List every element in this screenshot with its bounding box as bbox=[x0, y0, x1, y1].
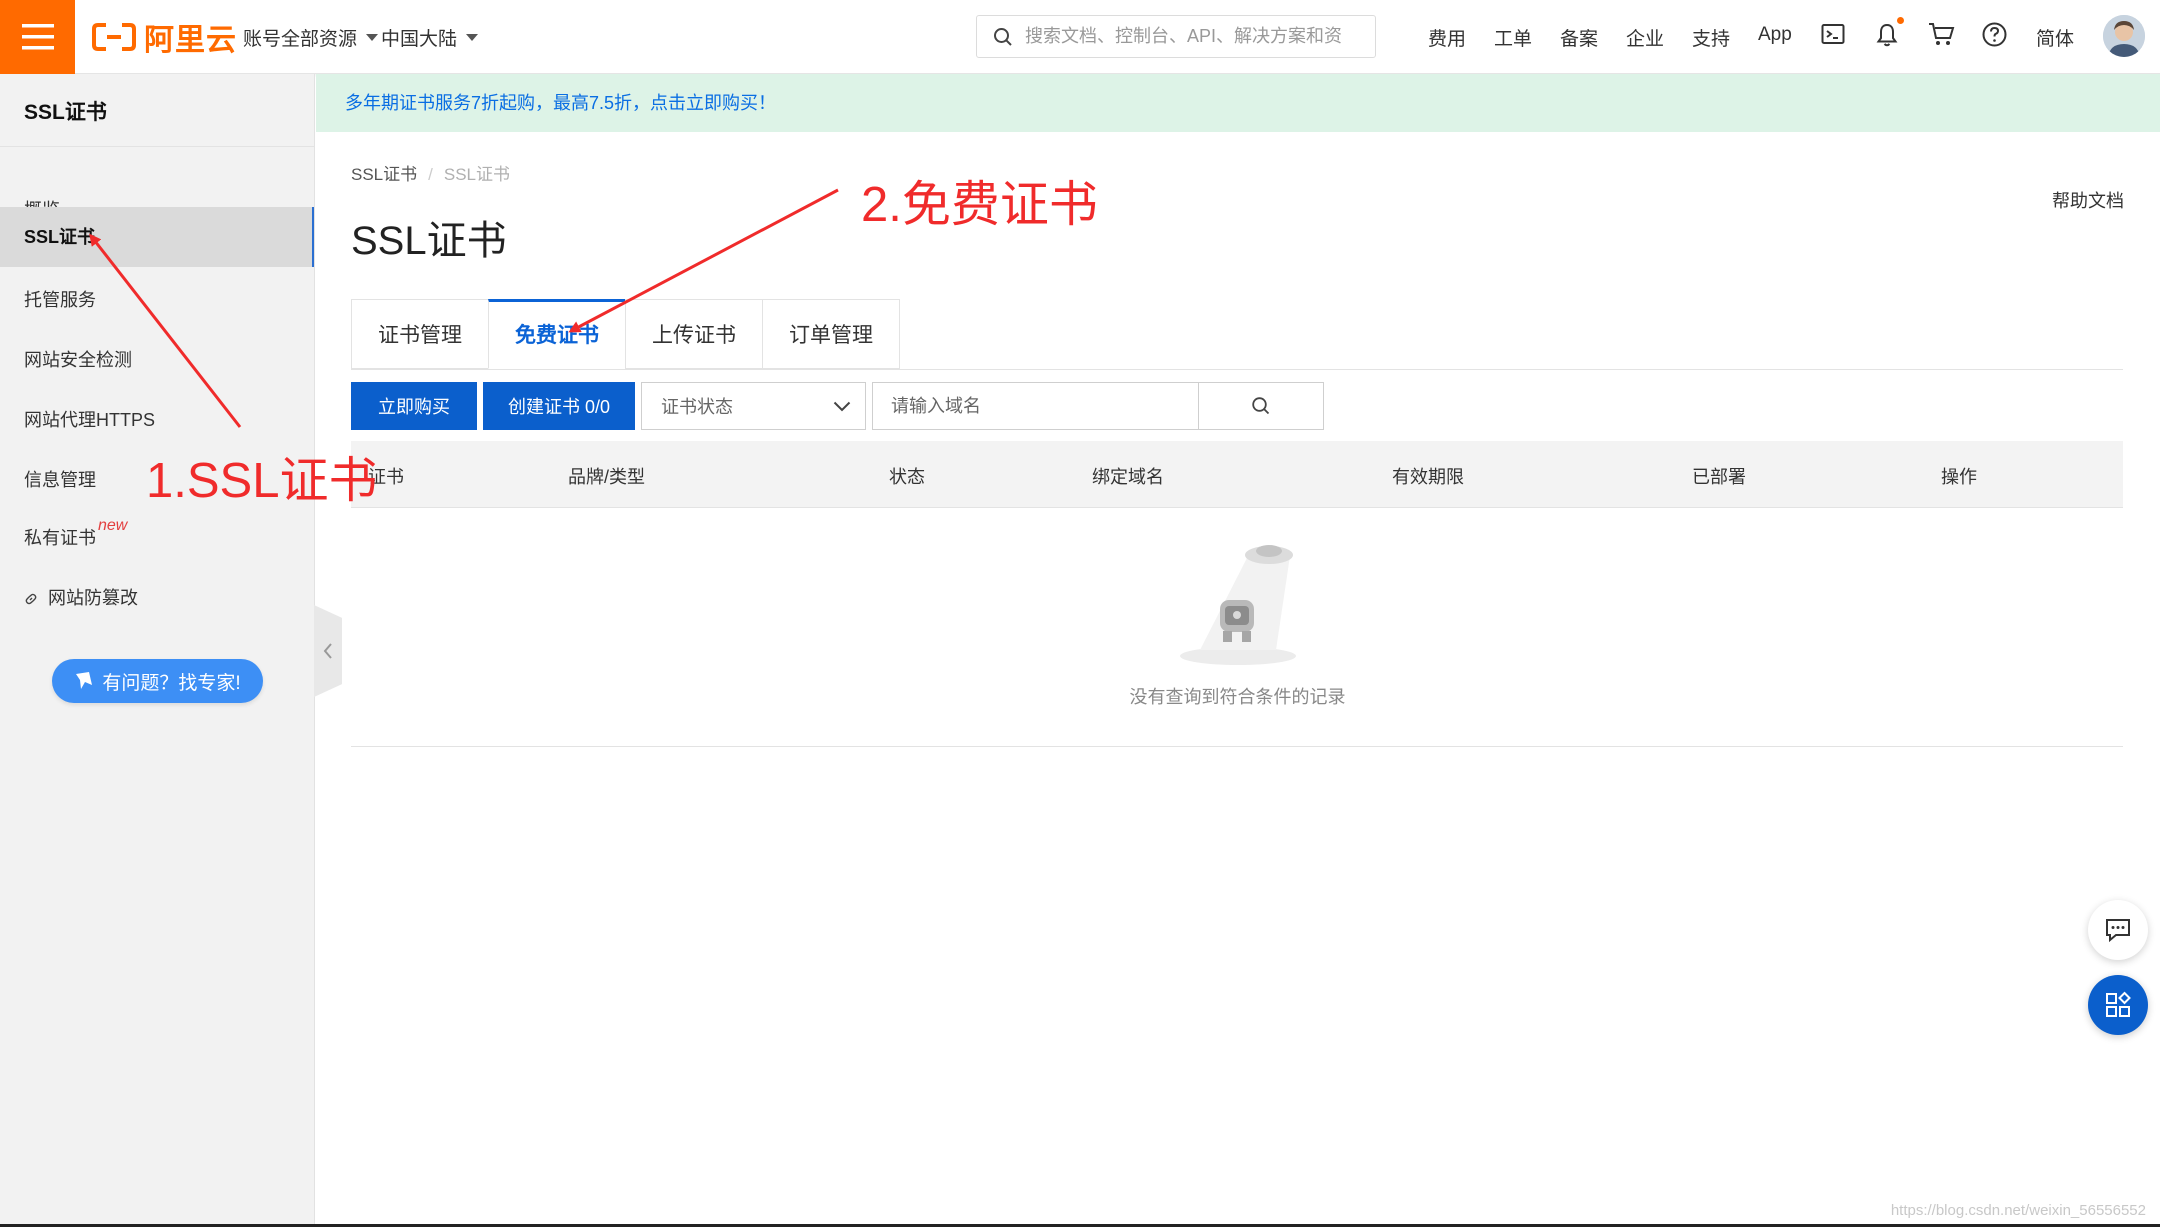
quick-apps-button[interactable] bbox=[2088, 975, 2148, 1035]
annotation-arrow-2 bbox=[568, 188, 839, 333]
chat-icon bbox=[2106, 919, 2130, 943]
annotation-step-2: 2.免费证书 bbox=[861, 178, 1098, 232]
annotation-step-1: 1.SSL证书 bbox=[146, 454, 378, 508]
apps-grid-icon bbox=[2106, 991, 2131, 1017]
chat-feedback-button[interactable] bbox=[2088, 900, 2148, 960]
annotation-arrow-1 bbox=[89, 233, 242, 428]
watermark: https://blog.csdn.net/weixin_56556552 bbox=[1890, 1202, 2146, 1219]
